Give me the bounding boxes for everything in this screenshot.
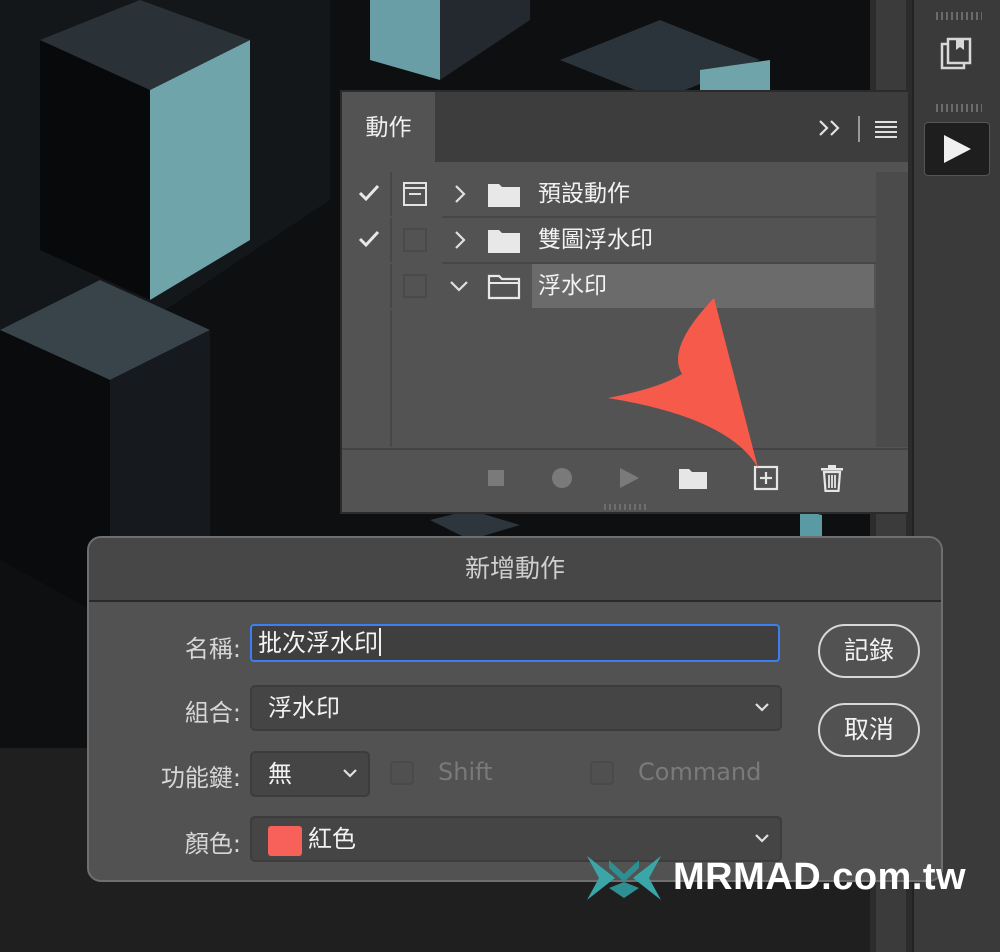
dialog-toggle-icon[interactable] — [403, 228, 427, 252]
tab-actions[interactable]: 動作 — [342, 92, 435, 164]
color-swatch — [268, 826, 302, 856]
action-set-label: 雙圖浮水印 — [538, 227, 653, 253]
record-button[interactable] — [548, 464, 576, 492]
name-value: 批次浮水印 — [258, 629, 378, 657]
shift-checkbox[interactable] — [390, 761, 414, 785]
play-icon — [944, 135, 971, 163]
delete-button[interactable] — [818, 464, 846, 492]
stop-button[interactable] — [482, 464, 510, 492]
action-set-label: 浮水印 — [538, 273, 607, 299]
function-key-label: 功能鍵: — [160, 764, 241, 792]
record-icon — [552, 468, 572, 488]
dialog-title: 新增動作 — [464, 554, 565, 583]
watermark-text: MRMAD.com.tw — [673, 856, 967, 898]
folder-icon — [488, 184, 520, 207]
chevron-down-icon — [343, 769, 357, 778]
shift-label: Shift — [438, 758, 493, 786]
list-item[interactable]: 預設動作 — [342, 172, 876, 218]
checkmark-icon[interactable] — [356, 180, 382, 206]
set-value: 浮水印 — [268, 694, 340, 722]
folder-open-icon — [487, 274, 521, 300]
header-divider — [858, 116, 860, 142]
color-label: 顏色: — [184, 830, 241, 858]
chevron-right-icon[interactable] — [450, 228, 470, 252]
chevron-down-icon — [755, 703, 769, 712]
cancel-button[interactable]: 取消 — [818, 703, 920, 757]
panel-resize-grip[interactable] — [604, 504, 648, 510]
text-caret — [379, 628, 381, 656]
chevron-down-icon — [755, 834, 769, 843]
name-label: 名稱: — [184, 635, 241, 663]
annotation-arrow-icon — [608, 298, 758, 468]
set-select[interactable]: 浮水印 — [250, 685, 782, 731]
function-key-value: 無 — [268, 760, 292, 788]
stop-icon — [488, 470, 504, 486]
chevron-down-icon[interactable] — [446, 274, 470, 298]
trash-icon — [821, 465, 843, 492]
watermark: MRMAD.com.tw — [585, 852, 966, 908]
history-panel-button[interactable] — [924, 28, 988, 80]
list-item[interactable]: 雙圖浮水印 — [342, 218, 876, 264]
name-input[interactable]: 批次浮水印 — [250, 624, 780, 662]
actions-panel-button[interactable] — [924, 122, 990, 176]
dock-grip[interactable] — [936, 12, 982, 20]
set-label: 組合: — [184, 699, 241, 727]
chevron-right-icon[interactable] — [450, 182, 470, 206]
checkmark-icon[interactable] — [356, 226, 382, 252]
action-set-label: 預設動作 — [538, 181, 630, 207]
dock-grip[interactable] — [936, 104, 982, 112]
mrmad-logo-icon — [587, 856, 661, 900]
dialog-toggle-icon[interactable] — [403, 182, 427, 206]
play-icon — [620, 468, 639, 488]
command-checkbox[interactable] — [590, 761, 614, 785]
scrollbar[interactable] — [876, 172, 908, 447]
new-action-dialog: 新增動作 名稱: 批次浮水印 組合: 浮水印 功能鍵: 無 Shift Comm… — [87, 536, 943, 882]
panel-menu-icon[interactable] — [874, 118, 898, 140]
dialog-toggle-icon[interactable] — [403, 274, 427, 298]
record-button[interactable]: 記錄 — [818, 624, 920, 678]
dialog-titlebar: 新增動作 — [89, 538, 941, 602]
expand-panel-icon[interactable] — [816, 116, 846, 140]
color-value: 紅色 — [308, 825, 356, 853]
command-label: Command — [638, 758, 762, 786]
function-key-select[interactable]: 無 — [250, 751, 370, 797]
panel-header: 動作 — [342, 92, 908, 164]
history-icon — [940, 37, 972, 70]
folder-icon — [488, 230, 520, 253]
